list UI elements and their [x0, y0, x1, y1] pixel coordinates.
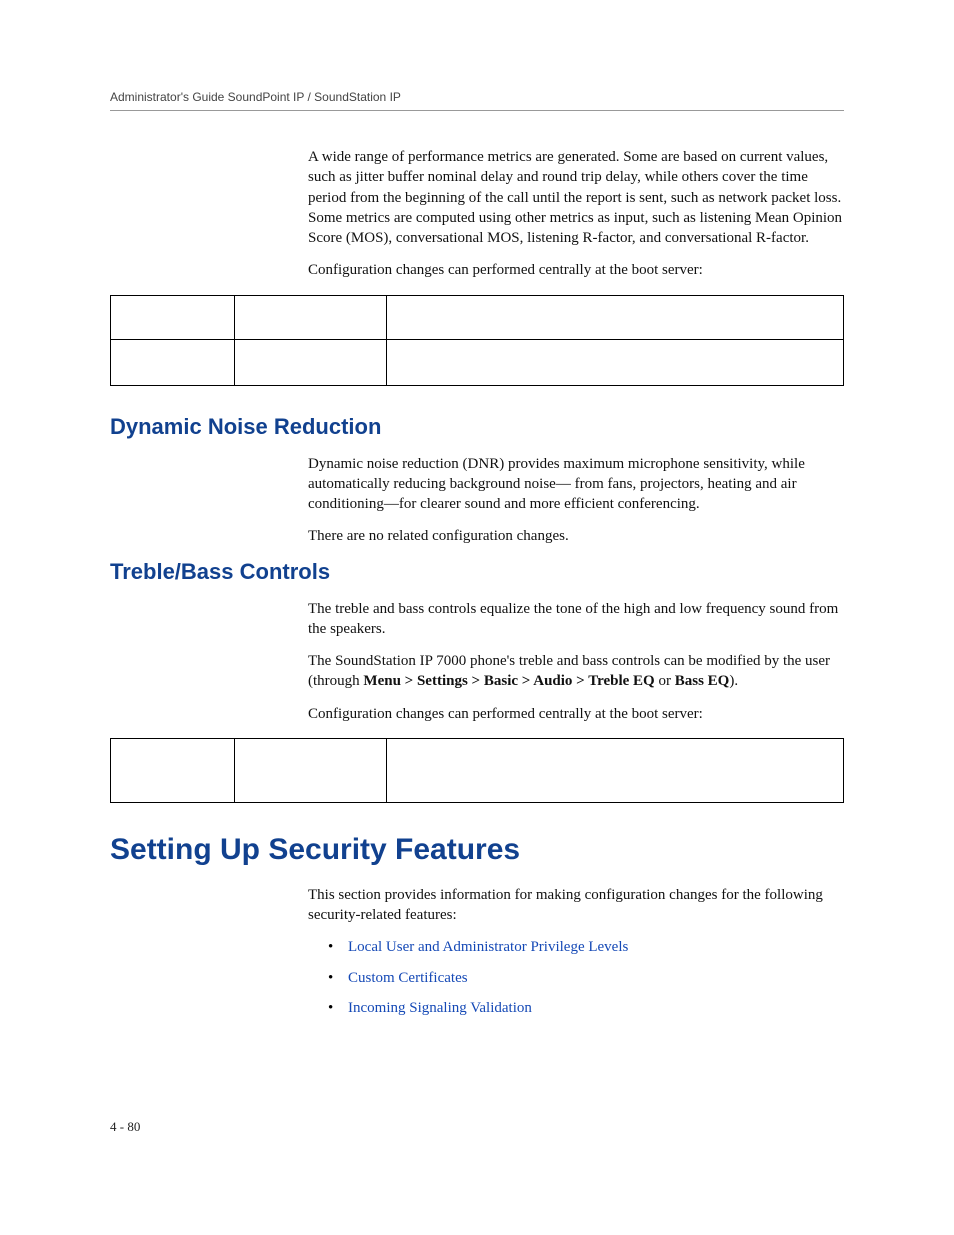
list-item: Incoming Signaling Validation	[328, 998, 844, 1018]
heading-treble-bass: Treble/Bass Controls	[110, 559, 844, 585]
table-cell	[111, 295, 235, 339]
tb-paragraph-1: The treble and bass controls equalize th…	[308, 599, 844, 640]
tb-p2-mid: or	[655, 673, 675, 689]
table-cell	[387, 339, 844, 385]
table-cell	[387, 295, 844, 339]
table-cell	[235, 295, 387, 339]
table-cell	[111, 738, 235, 802]
tb-p2-bold2: Bass EQ	[675, 673, 730, 689]
config-table-1	[110, 295, 844, 386]
page-number: 4 - 80	[110, 1119, 140, 1135]
table-cell	[387, 738, 844, 802]
config-table-2	[110, 738, 844, 803]
security-links-list: Local User and Administrator Privilege L…	[328, 937, 844, 1018]
heading-dnr: Dynamic Noise Reduction	[110, 414, 844, 440]
header-rule	[110, 110, 844, 111]
intro-paragraph-2: Configuration changes can performed cent…	[308, 260, 844, 280]
heading-security: Setting Up Security Features	[110, 833, 844, 867]
running-header: Administrator's Guide SoundPoint IP / So…	[110, 90, 844, 104]
link-incoming-signal[interactable]: Incoming Signaling Validation	[348, 1000, 532, 1016]
tb-p2-bold1: Menu > Settings > Basic > Audio > Treble…	[363, 673, 654, 689]
link-custom-certs[interactable]: Custom Certificates	[348, 970, 468, 986]
tb-paragraph-2: The SoundStation IP 7000 phone's treble …	[308, 651, 844, 692]
link-local-user[interactable]: Local User and Administrator Privilege L…	[348, 939, 628, 955]
table-cell	[111, 339, 235, 385]
table-cell	[235, 738, 387, 802]
list-item: Local User and Administrator Privilege L…	[328, 937, 844, 957]
tb-p2-post: ).	[729, 673, 738, 689]
table-cell	[235, 339, 387, 385]
sec-paragraph-1: This section provides information for ma…	[308, 885, 844, 926]
tb-paragraph-3: Configuration changes can performed cent…	[308, 704, 844, 724]
dnr-paragraph-2: There are no related configuration chang…	[308, 526, 844, 546]
dnr-paragraph-1: Dynamic noise reduction (DNR) provides m…	[308, 454, 844, 515]
intro-paragraph-1: A wide range of performance metrics are …	[308, 147, 844, 248]
list-item: Custom Certificates	[328, 968, 844, 988]
